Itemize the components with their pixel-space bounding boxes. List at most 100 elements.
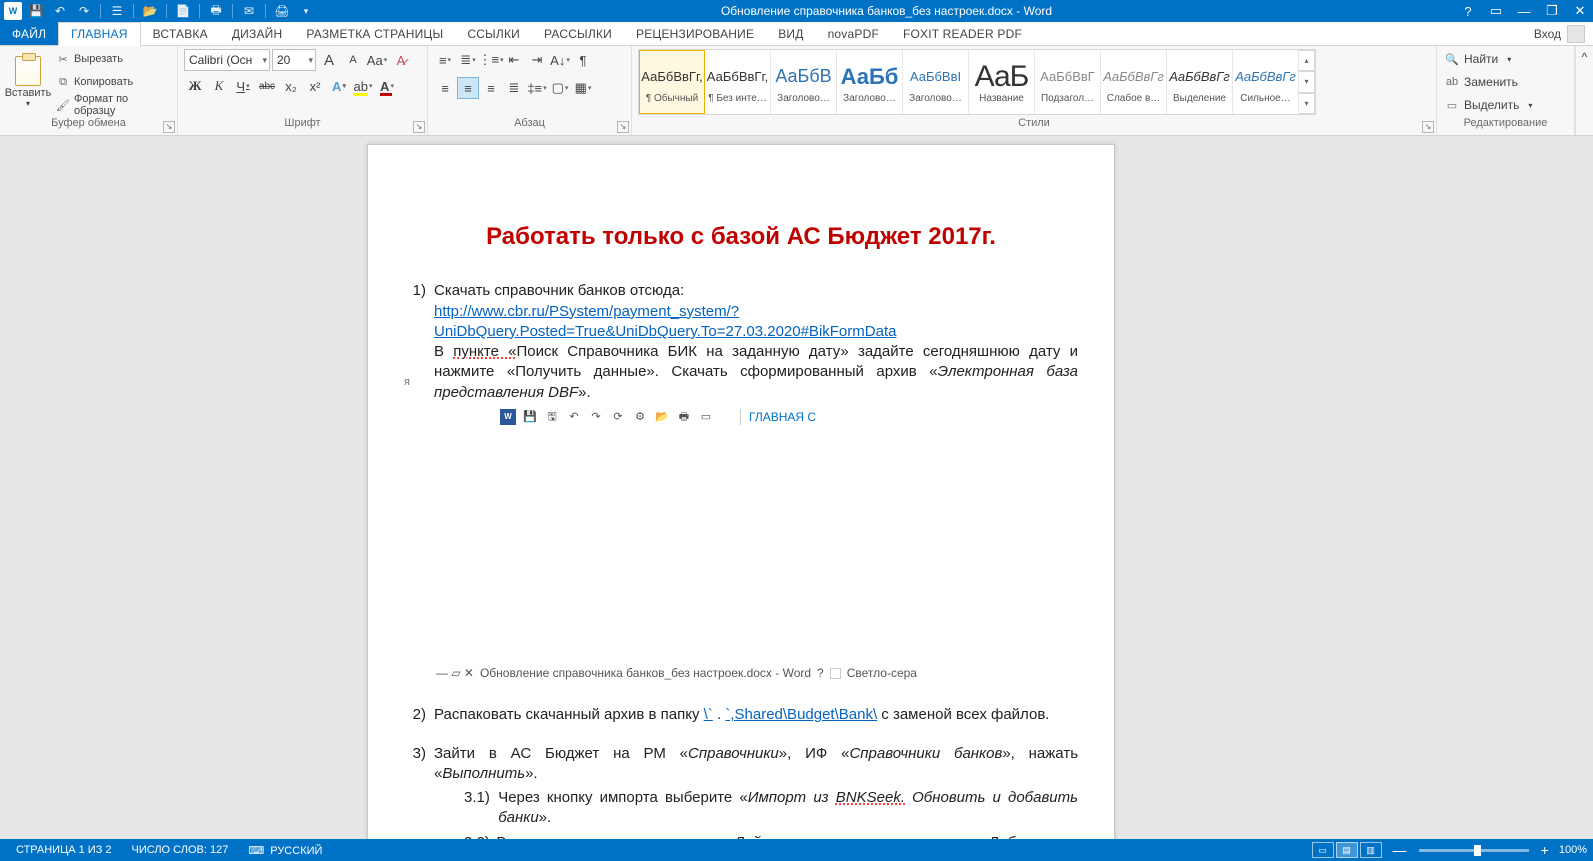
borders-button[interactable]: ▦ — [572, 77, 594, 99]
style-item[interactable]: АаБбВвГгВыделение — [1167, 50, 1233, 114]
style-item[interactable]: АаБбВЗаголово… — [771, 50, 837, 114]
tab-review[interactable]: РЕЦЕНЗИРОВАНИЕ — [624, 22, 766, 45]
tab-design[interactable]: ДИЗАЙН — [220, 22, 295, 45]
multilevel-button[interactable]: ⋮≡ — [480, 49, 502, 71]
save-icon[interactable]: 💾 — [522, 409, 538, 425]
ribbon-options-icon[interactable]: ▭ — [1487, 3, 1505, 19]
touch-mode-icon[interactable]: ☰ — [109, 3, 125, 19]
gallery-up-icon[interactable]: ▴ — [1299, 50, 1315, 71]
gear-icon[interactable]: ⚙ — [632, 409, 648, 425]
font-color-button[interactable]: A — [376, 75, 398, 97]
show-marks-button[interactable]: ¶ — [572, 49, 594, 71]
tab-file[interactable]: ФАЙЛ — [0, 22, 58, 45]
hyperlink[interactable]: http://www.cbr.ru/PSystem/payment_system… — [434, 303, 896, 340]
minimize-icon[interactable]: ― — [1515, 4, 1533, 19]
subscript-button[interactable]: x₂ — [280, 75, 302, 97]
quick-print-icon[interactable]: 🖨 — [274, 3, 290, 19]
save-icon[interactable]: 💾 — [28, 3, 44, 19]
document-area[interactable]: Работать только с базой АС Бюджет 2017г.… — [0, 136, 1593, 839]
bullets-button[interactable]: ≡ — [434, 49, 456, 71]
font-size-combo[interactable]: 20 — [272, 49, 316, 71]
decrease-indent-button[interactable]: ⇤ — [503, 49, 525, 71]
replace-button[interactable]: abЗаменить — [1443, 72, 1534, 92]
tab-references[interactable]: ССЫЛКИ — [455, 22, 532, 45]
paste-button[interactable]: Вставить▾ — [6, 49, 50, 115]
tab-novapdf[interactable]: novaPDF — [816, 22, 891, 45]
strikethrough-button[interactable]: abc — [256, 75, 278, 97]
grow-font-button[interactable]: A — [318, 49, 340, 71]
shading-button[interactable]: ▢ — [549, 77, 571, 99]
highlight-button[interactable]: ab — [352, 75, 374, 97]
style-item[interactable]: АаБбЗаголово… — [837, 50, 903, 114]
dialog-launcher-icon[interactable]: ↘ — [163, 121, 175, 133]
shrink-font-button[interactable]: A — [342, 49, 364, 71]
web-layout-button[interactable]: ▥ — [1360, 842, 1382, 858]
refresh-icon[interactable]: ⟳ — [610, 409, 626, 425]
dialog-launcher-icon[interactable]: ↘ — [413, 121, 425, 133]
mail-icon[interactable]: ✉ — [241, 3, 257, 19]
redo-icon[interactable]: ↷ — [588, 409, 604, 425]
qat-customize-icon[interactable]: ▾ — [298, 3, 314, 19]
style-item[interactable]: АаБбВвГг,¶ Без инте… — [705, 50, 771, 114]
style-item[interactable]: АаБбВвГгСильное… — [1233, 50, 1299, 114]
sign-in[interactable]: Вход — [1526, 22, 1593, 45]
collapse-ribbon-button[interactable]: ^ — [1575, 46, 1593, 135]
find-button[interactable]: 🔍Найти▾ — [1443, 49, 1534, 69]
bold-button[interactable]: Ж — [184, 75, 206, 97]
open-icon[interactable]: 📂 — [654, 409, 670, 425]
font-name-combo[interactable]: Calibri (Осн — [184, 49, 270, 71]
undo-icon[interactable]: ↶ — [566, 409, 582, 425]
style-item[interactable]: АаБбВвIЗаголово… — [903, 50, 969, 114]
redo-icon[interactable]: ↷ — [76, 3, 92, 19]
undo-icon[interactable]: ↶ — [52, 3, 68, 19]
tab-home[interactable]: ГЛАВНАЯ — [58, 22, 140, 46]
mode-icon[interactable]: ▭ — [698, 409, 714, 425]
format-painter-button[interactable]: 🖌Формат по образцу — [54, 95, 171, 115]
line-spacing-button[interactable]: ‡≡ — [526, 77, 548, 99]
text-effects-button[interactable]: A — [328, 75, 350, 97]
tab-mailings[interactable]: РАССЫЛКИ — [532, 22, 624, 45]
justify-button[interactable]: ≣ — [503, 77, 525, 99]
new-icon[interactable]: 📄 — [175, 3, 191, 19]
help-icon[interactable]: ? — [1459, 4, 1477, 19]
save-as-icon[interactable]: 🖫 — [544, 409, 560, 425]
cut-button[interactable]: ✂Вырезать — [54, 49, 171, 69]
zoom-out-button[interactable]: ― — [1393, 842, 1407, 858]
underline-button[interactable]: Ч — [232, 75, 254, 97]
zoom-level[interactable]: 100% — [1559, 844, 1587, 856]
read-mode-button[interactable]: ▭ — [1312, 842, 1334, 858]
align-right-button[interactable]: ≡ — [480, 77, 502, 99]
print-preview-icon[interactable]: 🖶 — [208, 3, 224, 19]
dialog-launcher-icon[interactable]: ↘ — [1422, 121, 1434, 133]
print-icon[interactable]: 🖶 — [676, 409, 692, 425]
styles-gallery[interactable]: АаБбВвГг,¶ ОбычныйАаБбВвГг,¶ Без инте…Аа… — [638, 49, 1316, 115]
tab-layout[interactable]: РАЗМЕТКА СТРАНИЦЫ — [294, 22, 455, 45]
status-word-count[interactable]: ЧИСЛО СЛОВ: 127 — [122, 844, 239, 856]
dialog-launcher-icon[interactable]: ↘ — [617, 121, 629, 133]
align-left-button[interactable]: ≡ — [434, 77, 456, 99]
gallery-down-icon[interactable]: ▾ — [1299, 71, 1315, 92]
gallery-more-icon[interactable]: ▾ — [1299, 93, 1315, 114]
sort-button[interactable]: A↓ — [549, 49, 571, 71]
numbering-button[interactable]: ≣ — [457, 49, 479, 71]
restore-icon[interactable]: ❐ — [1543, 3, 1561, 19]
zoom-slider[interactable] — [1419, 849, 1529, 852]
superscript-button[interactable]: x² — [304, 75, 326, 97]
clear-formatting-button[interactable]: A̷ — [390, 49, 412, 71]
increase-indent-button[interactable]: ⇥ — [526, 49, 548, 71]
change-case-button[interactable]: Aa — [366, 49, 388, 71]
tab-view[interactable]: ВИД — [766, 22, 815, 45]
open-icon[interactable]: 📂 — [142, 3, 158, 19]
tab-foxit[interactable]: FOXIT READER PDF — [891, 22, 1034, 45]
status-page[interactable]: СТРАНИЦА 1 ИЗ 2 — [6, 844, 122, 856]
status-language[interactable]: ⌨РУССКИЙ — [238, 844, 332, 857]
close-icon[interactable]: ✕ — [1571, 3, 1589, 19]
italic-button[interactable]: К — [208, 75, 230, 97]
align-center-button[interactable]: ≡ — [457, 77, 479, 99]
style-item[interactable]: АаБбВвГгСлабое в… — [1101, 50, 1167, 114]
style-item[interactable]: АаБбВвГг,¶ Обычный — [639, 50, 705, 114]
select-button[interactable]: ▭Выделить▾ — [1443, 95, 1534, 115]
style-item[interactable]: АаБбВвГПодзагол… — [1035, 50, 1101, 114]
print-layout-button[interactable]: ▤ — [1336, 842, 1358, 858]
style-item[interactable]: АаБНазвание — [969, 50, 1035, 114]
